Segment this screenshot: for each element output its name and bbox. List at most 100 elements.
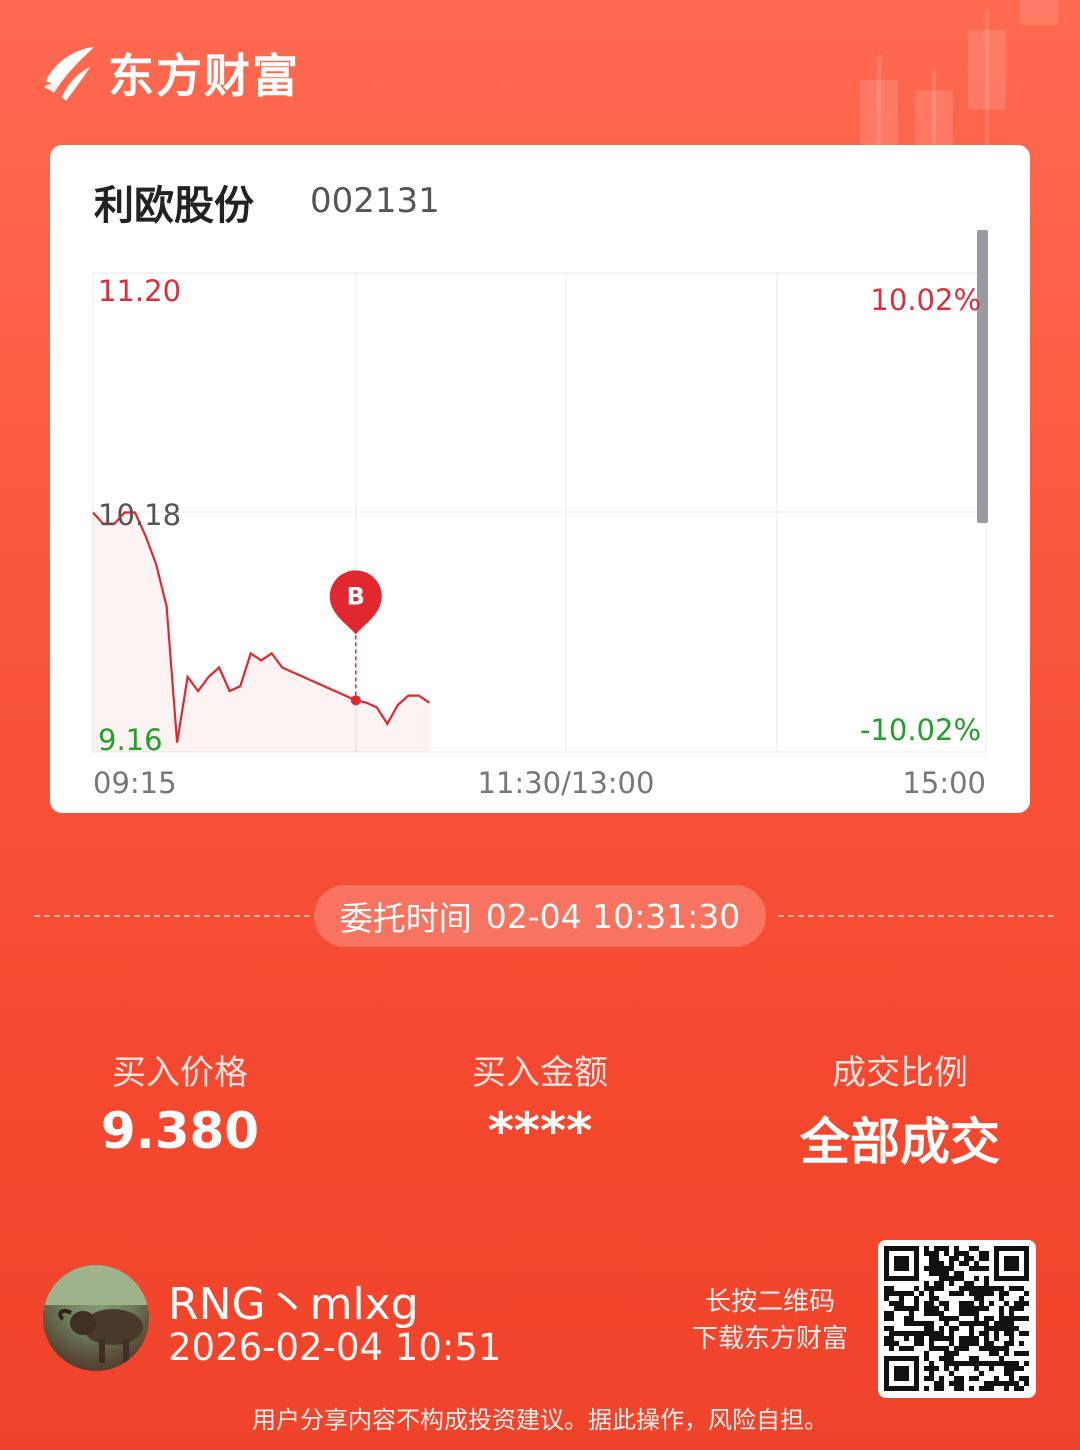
qr-module [934, 1381, 939, 1386]
qr-module [949, 1361, 954, 1366]
qr-module [934, 1256, 939, 1261]
qr-module [999, 1311, 1004, 1316]
qr-module [1004, 1316, 1009, 1321]
qr-module [939, 1246, 944, 1251]
qr-module [969, 1341, 974, 1346]
avatar[interactable] [43, 1265, 149, 1371]
qr-module [1009, 1286, 1014, 1291]
qr-module [984, 1331, 989, 1336]
buy-marker[interactable]: B [329, 570, 382, 706]
qr-module [974, 1311, 979, 1316]
qr-module [889, 1326, 894, 1331]
qr-module [889, 1331, 894, 1336]
brand-leaf-icon [44, 47, 94, 101]
qr-module [984, 1266, 989, 1271]
qr-module [1014, 1386, 1019, 1391]
qr-module [994, 1346, 999, 1351]
qr-module [989, 1286, 994, 1291]
chart-scrollbar [977, 230, 988, 523]
qr-module [979, 1386, 984, 1391]
qr-module [929, 1266, 934, 1271]
qr-module [889, 1336, 894, 1341]
qr-module [929, 1301, 934, 1306]
qr-module [924, 1301, 929, 1306]
qr-module [959, 1386, 964, 1391]
qr-module [914, 1321, 919, 1326]
qr-module [1014, 1326, 1019, 1331]
qr-module [959, 1321, 964, 1326]
qr-module [984, 1386, 989, 1391]
qr-module [984, 1381, 989, 1386]
qr-module [934, 1246, 939, 1251]
qr-module [939, 1301, 944, 1306]
qr-module [884, 1286, 889, 1291]
qr-module [959, 1361, 964, 1366]
qr-module [1009, 1306, 1014, 1311]
qr-module [964, 1251, 969, 1256]
qr-module [924, 1306, 929, 1311]
stat-value: 全部成交 [800, 1113, 1000, 1171]
stock-card[interactable]: 利欧股份 002131 11.20 10.18 9.16 10.02% -10.… [50, 145, 1030, 813]
qr-module [959, 1301, 964, 1306]
qr-module [969, 1386, 974, 1391]
qr-module [989, 1386, 994, 1391]
qr-module [999, 1286, 1004, 1291]
qr-module [949, 1256, 954, 1261]
qr-module [904, 1321, 909, 1326]
qr-module [969, 1326, 974, 1331]
qr-module [909, 1311, 914, 1316]
qr-module [979, 1346, 984, 1351]
qr-module [1009, 1321, 1014, 1326]
qr-module [1004, 1331, 1009, 1336]
qr-module [989, 1351, 994, 1356]
qr-module [944, 1366, 949, 1371]
qr-module [944, 1251, 949, 1256]
qr-hint-line1: 长按二维码 [704, 1287, 835, 1317]
qr-module [974, 1366, 979, 1371]
qr-module [989, 1381, 994, 1386]
qr-module [934, 1281, 939, 1286]
buffalo-photo-icon [43, 1265, 149, 1363]
qr-module [994, 1376, 999, 1381]
qr-module [894, 1341, 899, 1346]
qr-module [949, 1266, 954, 1271]
qr-module [974, 1296, 979, 1301]
qr-module [1019, 1341, 1024, 1346]
chart-grid [92, 272, 987, 753]
qr-module [1024, 1331, 1029, 1336]
qr-module [914, 1306, 919, 1311]
qr-module [1009, 1316, 1014, 1321]
qr-module [959, 1261, 964, 1266]
qr-module [974, 1356, 979, 1361]
qr-code[interactable] [878, 1240, 1036, 1398]
qr-hint: 长按二维码 下载东方财富 [680, 1284, 860, 1358]
qr-module [1014, 1301, 1019, 1306]
qr-module [1014, 1316, 1019, 1321]
qr-module [949, 1316, 954, 1321]
qr-module [999, 1306, 1004, 1311]
qr-module [959, 1276, 964, 1281]
qr-module [1024, 1301, 1029, 1306]
qr-module [909, 1346, 914, 1351]
qr-module [974, 1261, 979, 1266]
qr-module [929, 1291, 934, 1296]
qr-module [974, 1376, 979, 1381]
qr-module [989, 1291, 994, 1296]
qr-module [1004, 1291, 1009, 1296]
qr-module [914, 1286, 919, 1291]
qr-module [984, 1276, 989, 1281]
qr-module [954, 1361, 959, 1366]
qr-module [989, 1326, 994, 1331]
qr-module [929, 1261, 934, 1266]
qr-module [984, 1361, 989, 1366]
qr-module [994, 1336, 999, 1341]
qr-module [974, 1266, 979, 1271]
qr-module [949, 1291, 954, 1296]
qr-module [919, 1341, 924, 1346]
qr-module [999, 1361, 1004, 1366]
qr-module [899, 1296, 904, 1301]
qr-module [909, 1331, 914, 1336]
qr-module [994, 1286, 999, 1291]
qr-module [924, 1281, 929, 1286]
qr-module [959, 1346, 964, 1351]
